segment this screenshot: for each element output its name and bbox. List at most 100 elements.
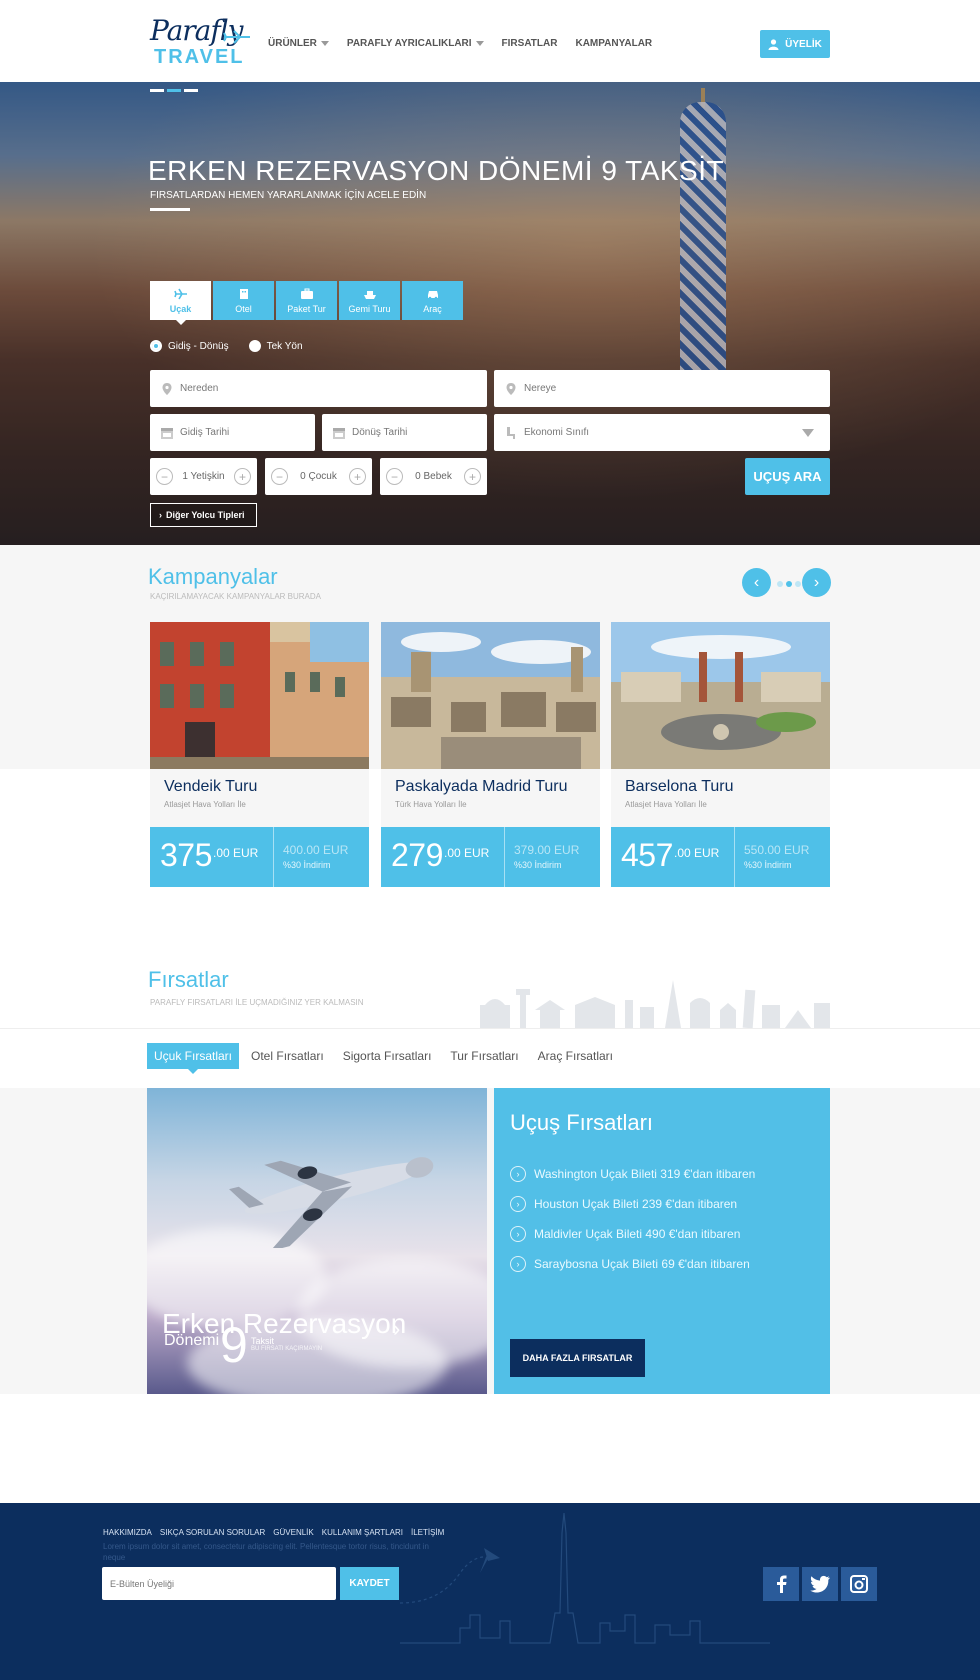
location-pin-icon <box>506 382 516 395</box>
calendar-icon <box>333 427 345 439</box>
search-tabs: Uçak Otel Paket Tur Gemi Turu Araç <box>150 281 463 325</box>
logo[interactable]: Parafly TRAVEL <box>150 14 250 68</box>
deal-item[interactable]: › Saraybosna Uçak Bileti 69 €'dan itibare… <box>510 1256 750 1272</box>
plane-icon <box>173 288 187 299</box>
early-booking-promo[interactable]: Erken Rezervasyon › Dönemi 9 Taksit BU F… <box>147 1088 487 1394</box>
campaign-card[interactable]: Barselona Turu Atlasjet Hava Yolları İle… <box>611 622 830 887</box>
adult-stepper: − 1 Yetişkin + <box>150 458 257 495</box>
slider-dot[interactable] <box>167 89 181 92</box>
tab-flight-deals[interactable]: Uçuk Fırsatları <box>147 1043 240 1074</box>
carousel-dot[interactable] <box>795 581 801 587</box>
location-pin-icon <box>162 382 172 395</box>
tab-insurance-deals[interactable]: Sigorta Fırsatları <box>336 1043 439 1069</box>
price-divider <box>504 827 505 887</box>
slider-dot[interactable] <box>184 89 198 92</box>
tab-cruise[interactable]: Gemi Turu <box>339 281 400 320</box>
to-field[interactable]: Nereye <box>494 370 830 407</box>
discount: %30 İndirim <box>514 860 562 870</box>
footer-description: Lorem ipsum dolor sit amet, consectetur … <box>103 1542 429 1563</box>
footer-links: HAKKIMIZDA SIKÇA SORULAN SORULAR GÜVENLİ… <box>103 1528 444 1537</box>
plane-icon <box>223 30 250 44</box>
tab-hotel-deals[interactable]: Otel Fırsatları <box>244 1043 331 1069</box>
discount: %30 İndirim <box>744 860 792 870</box>
card-price: 457 .00 EUR 550.00 EUR %30 İndirim <box>611 827 830 887</box>
carousel-next-button[interactable]: › <box>802 568 831 597</box>
tab-flight[interactable]: Uçak <box>150 281 211 325</box>
to-placeholder: Nereye <box>524 383 557 394</box>
plus-icon[interactable]: + <box>233 468 251 485</box>
radio-indicator <box>150 340 162 352</box>
minus-icon[interactable]: − <box>271 468 288 485</box>
nav-campaigns[interactable]: KAMPANYALAR <box>575 38 652 49</box>
chevron-right-icon: › <box>510 1166 526 1182</box>
chevron-right-icon: › <box>510 1196 526 1212</box>
price-cents: .00 EUR <box>674 846 720 860</box>
deal-item[interactable]: › Houston Uçak Bileti 239 €'dan itibaren <box>510 1196 737 1212</box>
chevron-right-icon: › <box>813 573 820 591</box>
price-cents: .00 EUR <box>444 846 490 860</box>
tab-tour-deals[interactable]: Tur Fırsatları <box>443 1043 525 1069</box>
infant-count: 0 Bebek <box>415 471 452 482</box>
class-value: Ekonomi Sınıfı <box>524 427 590 438</box>
depart-placeholder: Gidiş Tarihi <box>180 427 230 438</box>
old-price: 379.00 EUR <box>514 843 580 857</box>
other-passenger-label: Diğer Yolcu Tipleri <box>166 510 245 520</box>
search-flights-button[interactable]: UÇUŞ ARA <box>745 458 830 495</box>
newsletter-input[interactable]: E-Bülten Üyeliği <box>102 1567 336 1600</box>
carousel-dot[interactable] <box>786 581 792 587</box>
instagram-button[interactable] <box>841 1567 877 1601</box>
tab-car-deals[interactable]: Araç Fırsatları <box>531 1043 620 1069</box>
child-stepper: − 0 Çocuk + <box>265 458 372 495</box>
campaigns-title: Kampanyalar <box>148 564 278 589</box>
flight-deals-panel: Uçuş Fırsatları › Washington Uçak Bileti … <box>494 1088 830 1394</box>
footer-link-security[interactable]: GÜVENLİK <box>273 1528 313 1537</box>
more-deals-button[interactable]: DAHA FAZLA FIRSATLAR <box>510 1339 645 1377</box>
footer-link-faq[interactable]: SIKÇA SORULAN SORULAR <box>160 1528 265 1537</box>
class-select[interactable]: Ekonomi Sınıfı <box>494 414 830 451</box>
carousel-prev-button[interactable]: ‹ <box>742 568 771 597</box>
promo-number: 9 <box>220 1317 248 1373</box>
subscribe-button[interactable]: KAYDET <box>340 1567 399 1600</box>
plus-icon[interactable]: + <box>463 468 481 485</box>
card-price: 375 .00 EUR 400.00 EUR %30 İndirim <box>150 827 369 887</box>
facebook-button[interactable] <box>763 1567 799 1601</box>
campaign-card[interactable]: Vendeik Turu Atlasjet Hava Yolları İle 3… <box>150 622 369 887</box>
return-date-field[interactable]: Dönüş Tarihi <box>322 414 487 451</box>
nav-privileges[interactable]: PARAFLY AYRICALIKLARI <box>347 38 484 49</box>
deals-tabs: Uçuk Fırsatları Otel Fırsatları Sigorta … <box>147 1043 625 1074</box>
slider-dot[interactable] <box>150 89 164 92</box>
other-passenger-types-button[interactable]: › Diğer Yolcu Tipleri <box>150 503 257 527</box>
campaign-card[interactable]: Paskalyada Madrid Turu Türk Hava Yolları… <box>381 622 600 887</box>
footer-link-contact[interactable]: İLETİŞİM <box>411 1528 444 1537</box>
nav-products[interactable]: ÜRÜNLER <box>268 38 329 49</box>
footer-link-terms[interactable]: KULLANIM ŞARTLARI <box>322 1528 403 1537</box>
child-count: 0 Çocuk <box>300 471 337 482</box>
minus-icon[interactable]: − <box>386 468 403 485</box>
membership-button[interactable]: ÜYELİK <box>760 30 830 58</box>
promo-installment: Taksit <box>251 1336 275 1346</box>
infant-stepper: − 0 Bebek + <box>380 458 487 495</box>
radio-one-way[interactable]: Tek Yön <box>248 340 303 352</box>
carousel-dot[interactable] <box>777 581 783 587</box>
radio-label: Tek Yön <box>266 340 303 352</box>
adult-count: 1 Yetişkin <box>182 471 225 482</box>
nav-deals[interactable]: FIRSATLAR <box>502 38 558 49</box>
footer-link-about[interactable]: HAKKIMIZDA <box>103 1528 152 1537</box>
tab-package-tour[interactable]: Paket Tur <box>276 281 337 320</box>
deal-item[interactable]: › Maldivler Uçak Bileti 490 €'dan itibare… <box>510 1226 740 1242</box>
card-body: Paskalyada Madrid Turu Türk Hava Yolları… <box>381 769 600 829</box>
radio-round-trip[interactable]: Gidiş - Dönüş <box>150 340 229 352</box>
deal-item[interactable]: › Washington Uçak Bileti 319 €'dan itibar… <box>510 1166 755 1182</box>
plus-icon[interactable]: + <box>349 468 366 485</box>
radio-label: Gidiş - Dönüş <box>168 340 229 352</box>
return-placeholder: Dönüş Tarihi <box>352 427 408 438</box>
chevron-down-icon <box>802 429 814 437</box>
promo-fine-print: BU FIRSATI KAÇIRMAYIN <box>251 1346 323 1352</box>
instagram-icon <box>850 1575 868 1593</box>
minus-icon[interactable]: − <box>156 468 173 485</box>
twitter-button[interactable] <box>802 1567 838 1601</box>
from-field[interactable]: Nereden <box>150 370 487 407</box>
depart-date-field[interactable]: Gidiş Tarihi <box>150 414 315 451</box>
tab-car[interactable]: Araç <box>402 281 463 320</box>
tab-hotel[interactable]: Otel <box>213 281 274 320</box>
